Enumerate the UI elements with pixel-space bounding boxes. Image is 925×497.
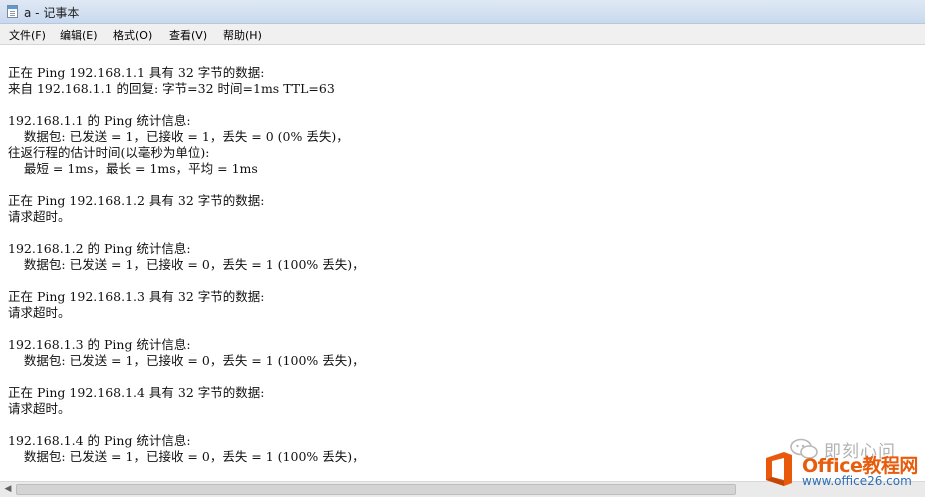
text-line: 最短 = 1ms，最长 = 1ms，平均 = 1ms: [8, 161, 258, 176]
text-line: 请求超时。: [8, 401, 71, 416]
text-line: 往返行程的估计时间(以毫秒为单位):: [8, 145, 210, 160]
text-line: 来自 192.168.1.1 的回复: 字节=32 时间=1ms TTL=63: [8, 81, 335, 96]
menu-edit[interactable]: 编辑(E): [58, 27, 100, 43]
menu-view[interactable]: 查看(V): [167, 27, 209, 43]
text-line: 数据包: 已发送 = 1，已接收 = 1，丢失 = 0 (0% 丢失)，: [8, 129, 349, 144]
menu-help[interactable]: 帮助(H): [221, 27, 264, 43]
text-line: 192.168.1.4 的 Ping 统计信息:: [8, 433, 191, 448]
office-logo-icon: [766, 452, 792, 486]
text-line: 请求超时。: [8, 209, 71, 224]
text-editor-area[interactable]: 正在 Ping 192.168.1.1 具有 32 字节的数据: 来自 192.…: [0, 45, 925, 481]
text-line: 正在 Ping 192.168.1.4 具有 32 字节的数据:: [8, 385, 265, 400]
menu-bar: 文件(F) 编辑(E) 格式(O) 查看(V) 帮助(H): [0, 24, 925, 45]
text-line: 192.168.1.2 的 Ping 统计信息:: [8, 241, 191, 256]
text-line: 192.168.1.3 的 Ping 统计信息:: [8, 337, 191, 352]
office-site-text: www.office26.com: [802, 474, 912, 488]
text-line: 数据包: 已发送 = 1，已接收 = 0，丢失 = 1 (100% 丢失)，: [8, 257, 365, 272]
text-line: 数据包: 已发送 = 1，已接收 = 0，丢失 = 1 (100% 丢失)，: [8, 353, 365, 368]
office-watermark: Office教程网 www.office26.com: [762, 447, 925, 493]
menu-file[interactable]: 文件(F): [7, 27, 48, 43]
scroll-thumb[interactable]: [16, 484, 736, 495]
notepad-icon: [7, 5, 18, 18]
text-line: 正在 Ping 192.168.1.3 具有 32 字节的数据:: [8, 289, 265, 304]
window-title: a - 记事本: [24, 6, 80, 20]
text-line: 数据包: 已发送 = 1，已接收 = 0，丢失 = 1 (100% 丢失)，: [8, 449, 365, 464]
menu-format[interactable]: 格式(O): [111, 27, 154, 43]
text-line: 正在 Ping 192.168.1.2 具有 32 字节的数据:: [8, 193, 265, 208]
text-line: 192.168.1.1 的 Ping 统计信息:: [8, 113, 191, 128]
text-line: 请求超时。: [8, 305, 71, 320]
text-line: 正在 Ping 192.168.1.1 具有 32 字节的数据:: [8, 65, 265, 80]
scroll-left-arrow-icon[interactable]: ◀: [2, 484, 14, 495]
title-bar[interactable]: a - 记事本: [0, 0, 925, 24]
